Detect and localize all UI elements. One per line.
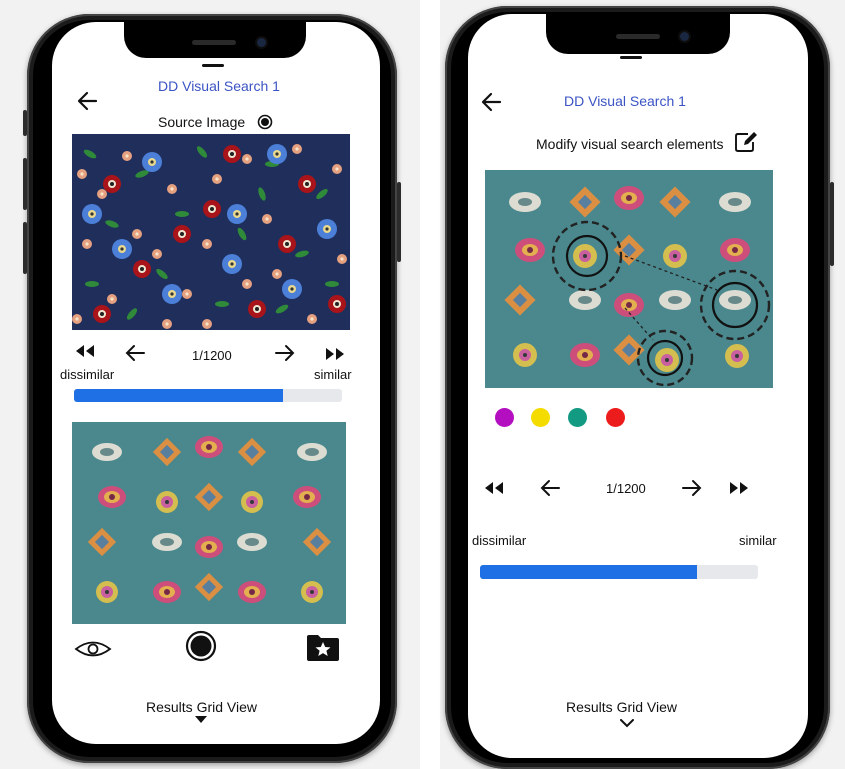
fast-forward-icon[interactable]	[728, 481, 750, 495]
rewind-icon[interactable]	[74, 344, 96, 358]
similarity-progress-bar[interactable]	[480, 565, 758, 579]
arrow-left-icon[interactable]	[539, 479, 561, 497]
arrow-right-icon[interactable]	[274, 344, 296, 362]
eye-icon[interactable]	[74, 638, 112, 660]
source-image	[72, 134, 350, 330]
similar-label: similar	[314, 367, 352, 382]
similarity-progress-fill	[74, 389, 284, 402]
color-swatch-teal[interactable]	[568, 408, 587, 427]
source-image-label: Source Image	[158, 114, 246, 130]
fast-forward-icon[interactable]	[324, 347, 346, 361]
color-swatch-purple[interactable]	[495, 408, 514, 427]
similarity-progress-bar[interactable]	[74, 389, 342, 402]
chevron-down-icon[interactable]	[620, 719, 634, 728]
result-image	[72, 422, 346, 624]
result-counter: 1/1200	[192, 348, 232, 363]
arrow-left-icon[interactable]	[124, 344, 146, 362]
color-swatch-red[interactable]	[606, 408, 625, 427]
dissimilar-label: dissimilar	[472, 533, 527, 548]
caret-down-icon[interactable]	[195, 716, 207, 724]
results-grid-view-label[interactable]: Results Grid View	[146, 699, 257, 715]
folder-star-icon[interactable]	[306, 632, 340, 662]
similar-label: similar	[739, 533, 777, 548]
radio-icon[interactable]	[257, 114, 273, 130]
back-arrow-icon[interactable]	[480, 91, 502, 113]
arrow-right-icon[interactable]	[681, 479, 703, 497]
modify-source-image	[485, 170, 773, 388]
results-grid-view-label[interactable]: Results Grid View	[566, 699, 677, 715]
page-title: DD Visual Search 1	[158, 78, 280, 94]
result-counter: 1/1200	[606, 481, 646, 496]
rewind-icon[interactable]	[483, 481, 505, 495]
color-swatch-yellow[interactable]	[531, 408, 550, 427]
dissimilar-label: dissimilar	[60, 367, 115, 382]
similarity-progress-fill	[480, 565, 697, 579]
shutter-icon[interactable]	[185, 630, 217, 662]
modify-elements-label: Modify visual search elements	[536, 136, 724, 152]
left-screen: DD Visual Search 1 Source Image 1/1200 d…	[52, 22, 380, 744]
page-title: DD Visual Search 1	[564, 93, 686, 109]
right-screen: DD Visual Search 1 Modify visual search …	[468, 14, 808, 758]
edit-icon[interactable]	[734, 131, 758, 153]
back-arrow-icon[interactable]	[76, 90, 98, 112]
